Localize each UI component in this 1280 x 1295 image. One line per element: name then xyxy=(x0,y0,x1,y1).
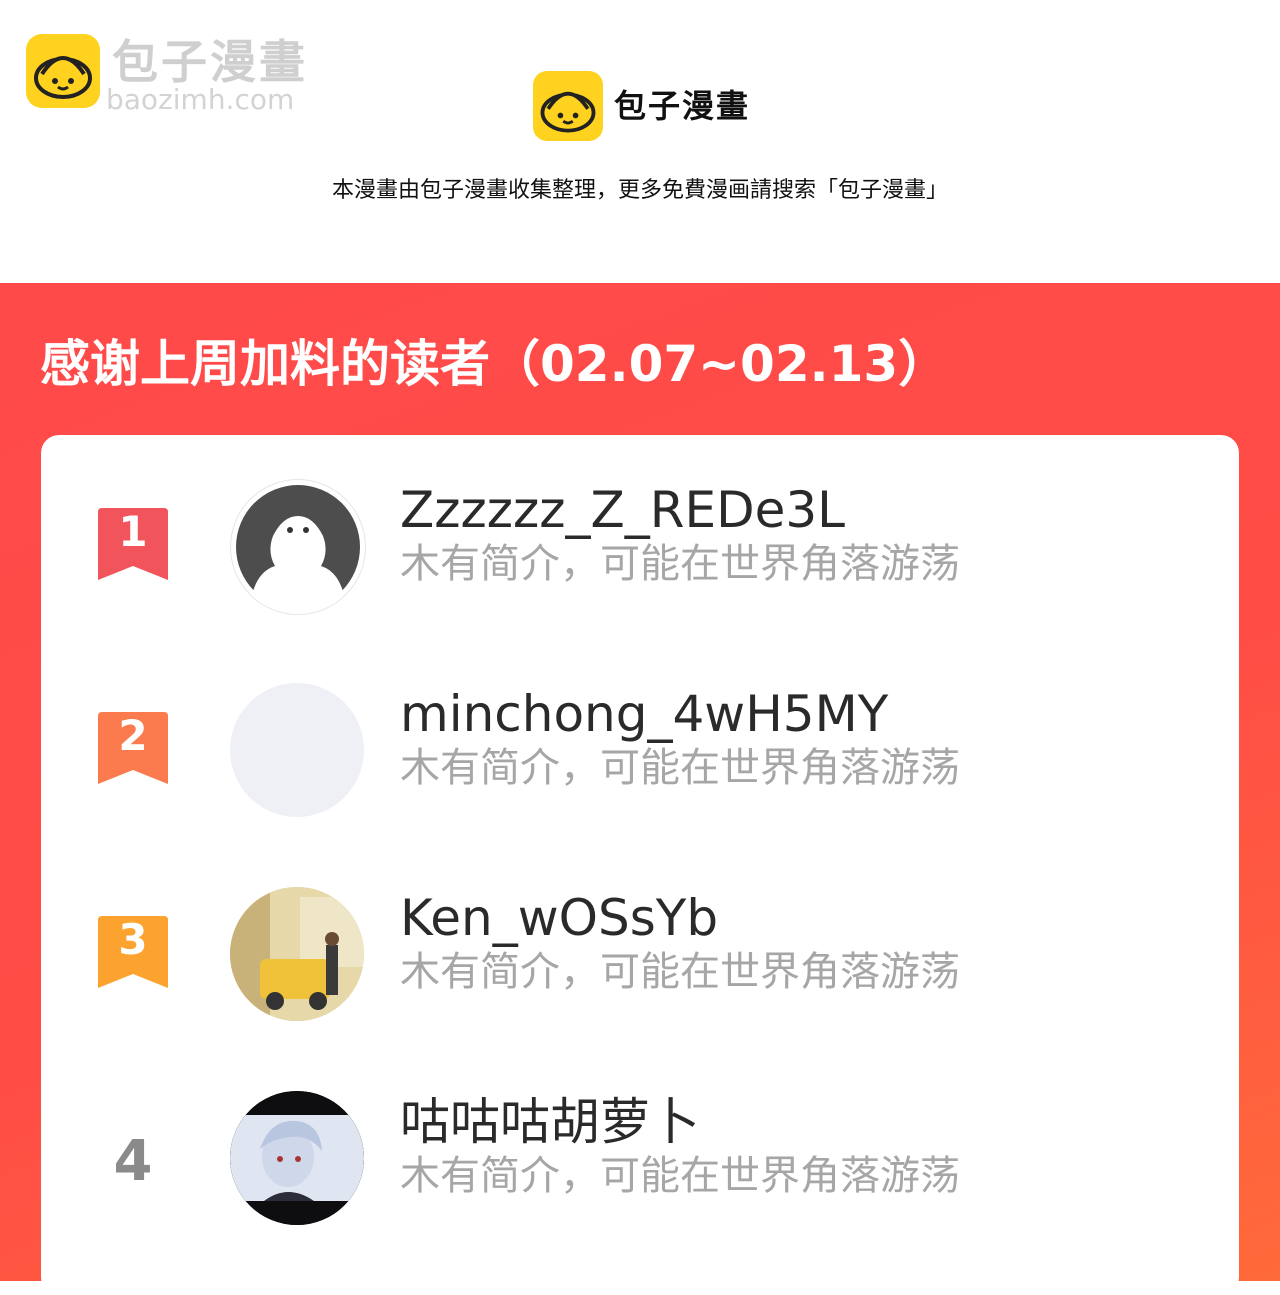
watermark: 包子漫畫 baozimh.com xyxy=(26,34,326,124)
reader-row: 2 minchong_4wH5MY 木有简介，可能在世界角落游荡 xyxy=(41,680,1239,820)
reader-name[interactable]: Zzzzzz_Z_REDe3L xyxy=(400,480,845,540)
reader-name[interactable]: 咕咕咕胡萝卜 xyxy=(400,1092,700,1152)
reader-row: 3 Ken_wOSsYb 木有简介，可能在世界角落游荡 xyxy=(41,884,1239,1024)
source-notice: 本漫畫由包子漫畫收集整理，更多免費漫画請搜索「包子漫畫」 xyxy=(331,178,948,203)
reader-bio: 木有简介，可能在世界角落游荡 xyxy=(400,1153,960,1199)
brand-title: 包子漫畫 xyxy=(614,87,751,125)
reader-row: 1 Zzzzzz_Z_REDe3L 木有简介，可能在世界角落游荡 xyxy=(41,476,1239,616)
rank-number: 4 xyxy=(113,1129,153,1194)
banner-title: 感谢上周加料的读者（02.07~02.13） xyxy=(40,335,949,393)
avatar[interactable] xyxy=(230,479,366,615)
avatar[interactable] xyxy=(230,1091,364,1225)
reader-bio: 木有简介，可能在世界角落游荡 xyxy=(400,745,960,791)
reader-bio: 木有简介，可能在世界角落游荡 xyxy=(400,541,960,587)
rank-number: 2 xyxy=(118,711,148,760)
steamed-bun-icon xyxy=(533,71,603,141)
watermark-url: baozimh.com xyxy=(106,83,295,116)
avatar[interactable] xyxy=(230,683,364,817)
reader-name[interactable]: minchong_4wH5MY xyxy=(400,684,888,744)
watermark-title: 包子漫畫 xyxy=(112,35,308,89)
reader-name[interactable]: Ken_wOSsYb xyxy=(400,888,718,948)
rank-number: 3 xyxy=(118,915,148,964)
reader-row: 4 咕咕咕胡萝卜 木有简介，可能在世界角落游荡 xyxy=(41,1088,1239,1228)
avatar[interactable] xyxy=(230,887,364,1021)
steamed-bun-icon xyxy=(26,34,100,108)
rank-number: 1 xyxy=(118,507,148,556)
reader-bio: 木有简介，可能在世界角落游荡 xyxy=(400,949,960,995)
